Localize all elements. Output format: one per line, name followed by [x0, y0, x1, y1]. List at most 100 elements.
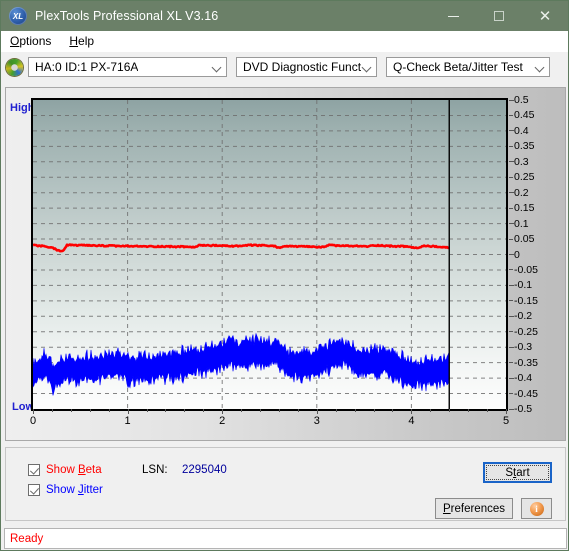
x-tick-mark	[70, 409, 72, 412]
chevron-down-icon	[534, 61, 546, 73]
y-tick-label: -0.05	[514, 263, 538, 276]
show-beta-label: Show Beta	[46, 464, 102, 476]
y-tick-mark	[509, 192, 514, 194]
y-tick-mark	[509, 362, 513, 364]
show-jitter-checkbox-row[interactable]: Show Jitter	[28, 484, 103, 496]
y-tick-mark	[509, 176, 513, 178]
y-tick-label: 0.3	[514, 155, 529, 168]
y-tick-mark	[509, 254, 514, 255]
x-tick-mark	[373, 409, 375, 412]
preferences-button[interactable]: Preferences	[435, 498, 513, 519]
y-tick-label: 0.5	[514, 94, 529, 106]
show-beta-checkbox[interactable]	[28, 464, 40, 476]
y-tick-label: 0.25	[514, 171, 535, 184]
y-tick-label: 0.35	[514, 140, 535, 153]
status-text: Ready	[10, 532, 44, 545]
show-beta-checkbox-row[interactable]: Show Beta	[28, 464, 102, 476]
x-tick-mark	[260, 409, 262, 412]
x-tick-mark	[449, 409, 451, 412]
application-window: XL PlexTools Professional XL V3.16 ✕ Opt…	[0, 0, 569, 551]
x-tick-label: 0	[29, 415, 37, 427]
y-tick-label: -0.15	[514, 294, 538, 307]
y-tick-label: -0.1	[514, 279, 533, 292]
status-bar: Ready	[4, 528, 567, 549]
preferences-button-label: Preferences	[442, 502, 505, 515]
x-tick-mark	[392, 409, 394, 412]
y-tick-mark	[509, 269, 513, 271]
plot-area-wrapper	[31, 98, 508, 411]
show-jitter-label: Show Jitter	[46, 484, 103, 496]
y-tick-label: 0	[514, 248, 520, 261]
maximize-button[interactable]	[476, 1, 522, 31]
x-tick-mark	[278, 409, 280, 412]
y-tick-mark	[509, 284, 514, 286]
y-tick-mark	[509, 99, 514, 101]
y-tick-mark	[509, 346, 514, 348]
y-tick-label: -0.35	[514, 356, 538, 369]
menu-item-options[interactable]: Options	[1, 31, 60, 51]
x-tick-label: 2	[219, 415, 226, 427]
x-tick-mark	[222, 409, 224, 414]
x-tick-mark	[184, 409, 186, 412]
y-tick-label: -0.2	[514, 310, 533, 323]
y-tick-label: -0.4	[514, 372, 533, 385]
title-bar: XL PlexTools Professional XL V3.16 ✕	[1, 1, 568, 31]
x-tick-mark	[51, 409, 53, 412]
x-tick-label: 4	[408, 415, 415, 427]
window-controls: ✕	[430, 1, 568, 31]
y-tick-label: 0.4	[514, 124, 529, 137]
y-tick-mark	[509, 408, 514, 410]
y-tick-mark	[509, 145, 513, 147]
close-icon: ✕	[538, 7, 552, 25]
x-tick-mark	[430, 409, 432, 412]
x-tick-mark	[241, 409, 243, 412]
optical-disc-icon	[6, 58, 23, 76]
y-tick-label: 0.45	[514, 109, 535, 122]
x-tick-label: 5	[502, 415, 510, 427]
x-tick-label: 1	[124, 415, 131, 427]
y-tick-mark	[509, 130, 514, 132]
x-tick-mark	[506, 409, 507, 414]
plot-area[interactable]	[31, 98, 508, 411]
close-button[interactable]: ✕	[522, 1, 568, 31]
plot-svg	[33, 100, 506, 409]
x-tick-mark	[297, 409, 299, 412]
x-tick-mark	[165, 409, 167, 412]
chevron-down-icon	[211, 61, 223, 73]
x-tick-mark	[203, 409, 205, 412]
start-button[interactable]: Start	[483, 462, 552, 483]
toolbar: HA:0 ID:1 PX-716A DVD Diagnostic Functio…	[1, 52, 568, 82]
menu-item-help[interactable]: Help	[60, 31, 103, 51]
menu-bar: Options Help	[1, 31, 568, 52]
x-tick-mark	[354, 409, 356, 412]
function-select-value: DVD Diagnostic Functions	[243, 60, 361, 74]
y-tick-label: 0.1	[514, 217, 529, 230]
function-select[interactable]: DVD Diagnostic Functions	[236, 57, 377, 77]
window-title: PlexTools Professional XL V3.16	[35, 9, 219, 23]
maximize-icon	[494, 11, 504, 21]
y-tick-mark	[509, 377, 514, 379]
chart-panel: High Low 0.5 0.45 0.4 0.35 0.3 0.25 0.2 0.15 0.1…	[5, 87, 566, 441]
xl-logo-icon: XL	[9, 7, 27, 25]
y-tick-mark	[509, 393, 513, 395]
y-tick-label: -0.45	[514, 387, 538, 400]
minimize-button[interactable]	[430, 1, 476, 31]
x-tick-mark	[146, 409, 148, 412]
y-tick-label: -0.3	[514, 341, 533, 354]
x-tick-mark	[316, 409, 318, 414]
chevron-down-icon	[361, 61, 373, 73]
x-tick-mark	[487, 409, 489, 412]
x-tick-label: 3	[313, 415, 320, 427]
y-tick-label: -0.25	[514, 325, 538, 338]
lsn-value: 2295040	[182, 464, 227, 476]
info-button[interactable]: i	[521, 498, 552, 519]
show-jitter-checkbox[interactable]	[28, 484, 40, 496]
drive-select[interactable]: HA:0 ID:1 PX-716A	[28, 57, 227, 77]
x-tick-mark	[108, 409, 110, 412]
x-tick-mark	[468, 409, 470, 412]
y-tick-mark	[509, 207, 513, 209]
y-tick-label: 0.05	[514, 233, 535, 246]
test-select[interactable]: Q-Check Beta/Jitter Test	[386, 57, 550, 77]
y-tick-label: -0.5	[514, 403, 533, 415]
y-tick-mark	[509, 331, 513, 333]
